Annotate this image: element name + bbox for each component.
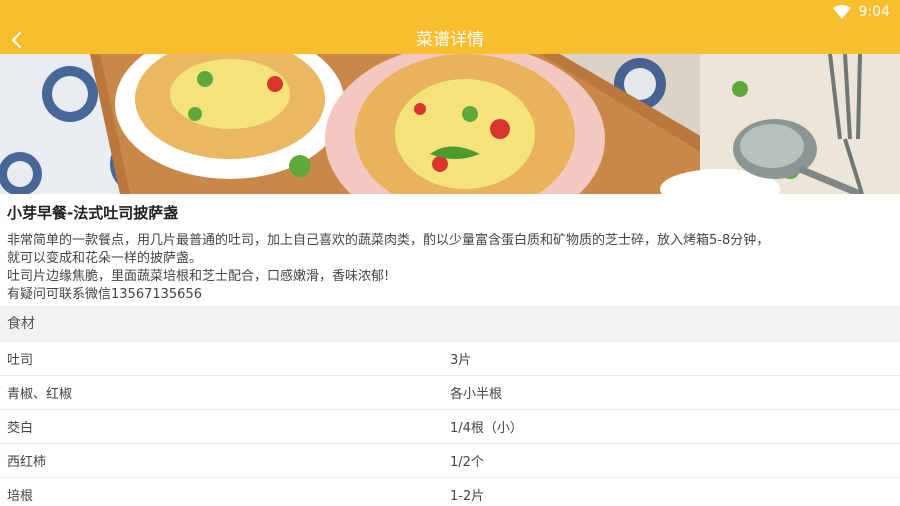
description-line: 有疑问可联系微信13567135656 (7, 287, 202, 302)
ingredient-qty: 1/2个 (450, 455, 484, 470)
ingredient-qty: 各小半根 (450, 387, 503, 402)
page-title: 菜谱详情 (416, 30, 484, 50)
ingredient-qty: 1-2片 (450, 489, 485, 504)
status-bar: 9:04 (0, 0, 900, 26)
ingredient-name: 吐司 (7, 353, 34, 368)
ingredients-list: 吐司 3片 青椒、红椒 各小半根 茭白 1/4根（小） 西红柿 1/2个 培根 … (0, 342, 900, 506)
recipe-description: 非常简单的一款餐点，用几片最普通的吐司，加上自己喜欢的蔬菜肉类，酌以少量富含蛋白… (0, 232, 900, 306)
ingredient-row: 培根 1-2片 (0, 478, 900, 506)
ingredient-name: 青椒、红椒 (7, 387, 73, 402)
ingredient-qty: 3片 (450, 353, 472, 368)
wifi-icon (832, 5, 851, 19)
ingredient-row: 西红柿 1/2个 (0, 444, 900, 478)
ingredient-qty: 1/4根（小） (450, 421, 523, 436)
ingredient-row: 吐司 3片 (0, 342, 900, 376)
recipe-hero-image (0, 54, 900, 194)
description-line: 非常简单的一款餐点，用几片最普通的吐司，加上自己喜欢的蔬菜肉类，酌以少量富含蛋白… (7, 233, 770, 248)
ingredient-row: 茭白 1/4根（小） (0, 410, 900, 444)
recipe-photo (0, 54, 900, 194)
recipe-title: 小芽早餐-法式吐司披萨盏 (7, 204, 179, 222)
back-arrow-icon[interactable] (8, 29, 26, 51)
ingredient-name: 茭白 (7, 421, 34, 436)
description-line: 就可以变成和花朵一样的披萨盏。 (7, 251, 203, 266)
ingredients-header: 食材 (0, 306, 900, 342)
ingredient-name: 西红柿 (7, 455, 47, 470)
ingredient-name: 培根 (7, 489, 34, 504)
app-bar: 菜谱详情 (0, 26, 900, 54)
description-line: 吐司片边缘焦脆，里面蔬菜培根和芝士配合，口感嫩滑，香味浓郁! (7, 269, 390, 284)
ingredient-row: 青椒、红椒 各小半根 (0, 376, 900, 410)
status-time: 9:04 (858, 4, 890, 20)
